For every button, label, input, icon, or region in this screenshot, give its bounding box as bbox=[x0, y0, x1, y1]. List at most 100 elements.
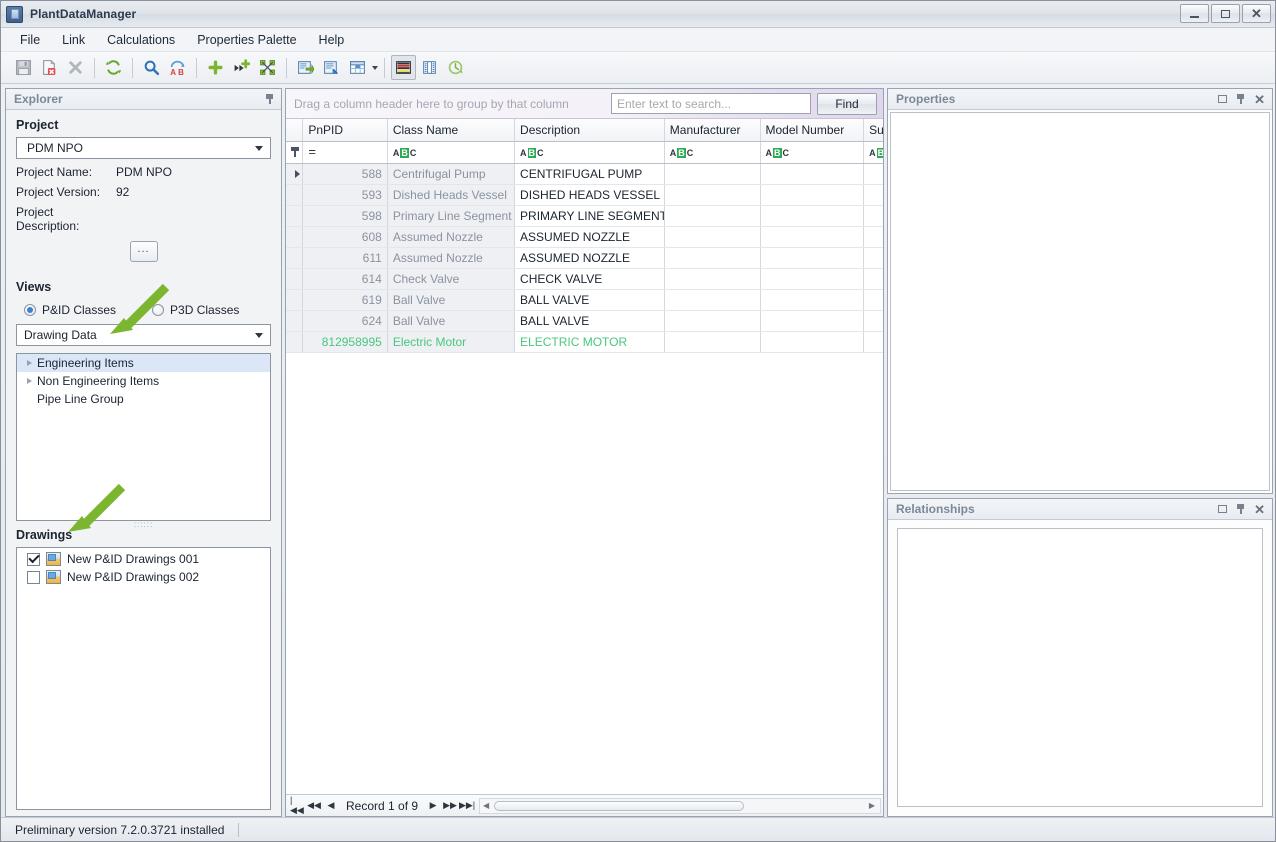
color-bands-button[interactable] bbox=[391, 55, 416, 80]
cell-class-name[interactable]: Dished Heads Vessel bbox=[387, 184, 516, 206]
cell-supplier[interactable] bbox=[863, 247, 883, 269]
cell-description[interactable]: CHECK VALVE bbox=[514, 268, 665, 290]
tree-item-pipe-line-group[interactable]: Pipe Line Group bbox=[17, 390, 270, 408]
radio-p3d-classes[interactable]: P3D Classes bbox=[152, 303, 239, 317]
cell-supplier[interactable] bbox=[863, 184, 883, 206]
project-combo[interactable]: PDM NPO bbox=[16, 137, 271, 159]
cell-supplier[interactable] bbox=[863, 331, 883, 353]
cell-model-number[interactable] bbox=[760, 163, 865, 185]
tree-item-non-engineering-items[interactable]: Non Engineering Items bbox=[17, 372, 270, 390]
drawing-checkbox-unchecked[interactable] bbox=[27, 570, 40, 584]
cell-description[interactable]: BALL VALVE bbox=[514, 310, 665, 332]
cell-pnpid[interactable]: 619 bbox=[302, 289, 388, 311]
cell-pnpid[interactable]: 624 bbox=[302, 310, 388, 332]
cell-manufacturer[interactable] bbox=[664, 310, 761, 332]
table-row[interactable]: 611 Assumed Nozzle ASSUMED NOZZLE bbox=[286, 247, 883, 269]
cell-supplier[interactable] bbox=[863, 205, 883, 227]
cell-manufacturer[interactable] bbox=[664, 226, 761, 248]
scrollbar-thumb[interactable] bbox=[494, 800, 745, 811]
table-row[interactable]: 598 Primary Line Segment PRIMARY LINE SE… bbox=[286, 205, 883, 227]
explorer-pin-button[interactable] bbox=[265, 94, 274, 104]
menu-item-calculations[interactable]: Calculations bbox=[96, 30, 186, 50]
cell-supplier[interactable] bbox=[863, 226, 883, 248]
cell-description[interactable]: BALL VALVE bbox=[514, 289, 665, 311]
horizontal-scrollbar[interactable]: ◀ ▶ bbox=[479, 797, 881, 814]
cell-class-name[interactable]: Primary Line Segment bbox=[387, 205, 516, 227]
cell-class-name[interactable]: Centrifugal Pump bbox=[387, 163, 516, 185]
column-header-description[interactable]: Description bbox=[514, 119, 665, 142]
cell-model-number[interactable] bbox=[760, 310, 865, 332]
cell-description[interactable]: PRIMARY LINE SEGMENT bbox=[514, 205, 665, 227]
columns-button[interactable] bbox=[417, 55, 442, 80]
refresh-button[interactable] bbox=[101, 55, 126, 80]
find-button[interactable]: Find bbox=[817, 92, 877, 115]
expand-arrow-icon[interactable] bbox=[21, 360, 37, 366]
cancel-button[interactable] bbox=[63, 55, 88, 80]
import-button[interactable] bbox=[319, 55, 344, 80]
cell-class-name[interactable]: Assumed Nozzle bbox=[387, 247, 516, 269]
group-by-drop-area[interactable]: Drag a column header here to group by th… bbox=[294, 97, 605, 111]
cell-manufacturer[interactable] bbox=[664, 184, 761, 206]
column-header-class-name[interactable]: Class Name bbox=[387, 119, 516, 142]
last-record-button[interactable]: ▶▶| bbox=[459, 798, 475, 814]
cell-model-number[interactable] bbox=[760, 247, 865, 269]
cell-pnpid[interactable]: 598 bbox=[302, 205, 388, 227]
maximize-button[interactable] bbox=[1211, 4, 1240, 23]
properties-pin-button[interactable] bbox=[1236, 94, 1245, 104]
cell-model-number[interactable] bbox=[760, 289, 865, 311]
cell-supplier[interactable] bbox=[863, 163, 883, 185]
cell-manufacturer[interactable] bbox=[664, 268, 761, 290]
cell-model-number[interactable] bbox=[760, 268, 865, 290]
relationships-pin-button[interactable] bbox=[1236, 504, 1245, 514]
cell-manufacturer[interactable] bbox=[664, 331, 761, 353]
minimize-button[interactable] bbox=[1180, 4, 1209, 23]
cell-description[interactable]: ASSUMED NOZZLE bbox=[514, 226, 665, 248]
delete-document-button[interactable] bbox=[37, 55, 62, 80]
close-button[interactable]: ✕ bbox=[1242, 4, 1271, 23]
cell-manufacturer[interactable] bbox=[664, 163, 761, 185]
export-button[interactable] bbox=[293, 55, 318, 80]
cell-model-number[interactable] bbox=[760, 205, 865, 227]
filter-manufacturer[interactable]: ABC bbox=[664, 141, 761, 164]
drawing-item-001[interactable]: New P&ID Drawings 001 bbox=[17, 550, 270, 568]
menu-item-properties-palette[interactable]: Properties Palette bbox=[186, 30, 307, 50]
cell-class-name[interactable]: Ball Valve bbox=[387, 289, 516, 311]
table-layout-button[interactable] bbox=[345, 55, 370, 80]
cell-model-number[interactable] bbox=[760, 184, 865, 206]
cell-model-number[interactable] bbox=[760, 226, 865, 248]
cell-class-name[interactable]: Electric Motor bbox=[387, 331, 516, 353]
column-header-supplier[interactable]: Supplier bbox=[863, 119, 883, 142]
table-row[interactable]: 619 Ball Valve BALL VALVE bbox=[286, 289, 883, 311]
cell-class-name[interactable]: Assumed Nozzle bbox=[387, 226, 516, 248]
cell-description[interactable]: CENTRIFUGAL PUMP bbox=[514, 163, 665, 185]
cell-pnpid[interactable]: 593 bbox=[302, 184, 388, 206]
cell-supplier[interactable] bbox=[863, 268, 883, 290]
menu-item-help[interactable]: Help bbox=[308, 30, 356, 50]
sort-ab-button[interactable]: A B bbox=[165, 55, 190, 80]
add-node-button[interactable] bbox=[229, 55, 254, 80]
cell-supplier[interactable] bbox=[863, 310, 883, 332]
radio-pid-classes[interactable]: P&ID Classes bbox=[24, 303, 116, 317]
table-row[interactable]: 588 Centrifugal Pump CENTRIFUGAL PUMP bbox=[286, 163, 883, 185]
cell-description[interactable]: DISHED HEADS VESSEL bbox=[514, 184, 665, 206]
cell-manufacturer[interactable] bbox=[664, 289, 761, 311]
table-layout-dropdown-caret[interactable] bbox=[372, 65, 378, 70]
prev-record-button[interactable]: ◀ bbox=[324, 798, 338, 814]
column-header-model-number[interactable]: Model Number bbox=[760, 119, 865, 142]
view-combo[interactable]: Drawing Data bbox=[16, 324, 271, 346]
cell-description[interactable]: ASSUMED NOZZLE bbox=[514, 247, 665, 269]
scroll-left-arrow-icon[interactable]: ◀ bbox=[480, 801, 492, 810]
cell-supplier[interactable] bbox=[863, 289, 883, 311]
history-button[interactable] bbox=[443, 55, 468, 80]
filter-pin-cell[interactable] bbox=[286, 141, 304, 164]
drawings-list[interactable]: New P&ID Drawings 001 New P&ID Drawings … bbox=[16, 547, 271, 810]
table-row[interactable]: 593 Dished Heads Vessel DISHED HEADS VES… bbox=[286, 184, 883, 206]
scroll-right-arrow-icon[interactable]: ▶ bbox=[866, 801, 878, 810]
disconnect-button[interactable] bbox=[255, 55, 280, 80]
properties-restore-button[interactable] bbox=[1218, 95, 1228, 103]
column-header-manufacturer[interactable]: Manufacturer bbox=[664, 119, 761, 142]
drawing-checkbox-checked[interactable] bbox=[27, 552, 40, 566]
cell-description[interactable]: ELECTRIC MOTOR bbox=[514, 331, 665, 353]
add-button[interactable] bbox=[203, 55, 228, 80]
next-page-button[interactable]: ▶▶ bbox=[443, 798, 457, 814]
